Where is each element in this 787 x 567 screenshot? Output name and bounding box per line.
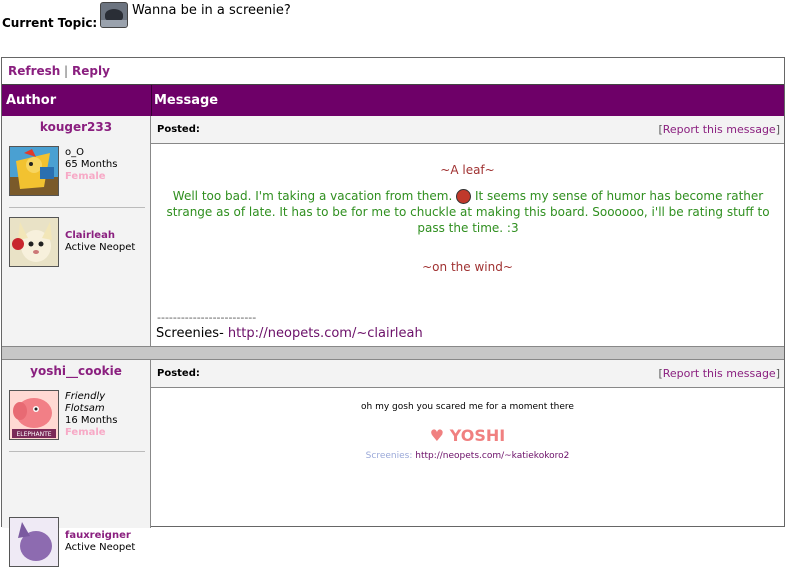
message-board: Refresh | Reply Author Message kouger233 [1, 57, 785, 567]
neopet-status: Active Neopet [65, 542, 136, 553]
report-message: [Report this message] [658, 367, 780, 380]
report-bracket-close: ] [775, 123, 780, 136]
signature: Screenies: http://neopets.com/~katiekoko… [151, 451, 784, 461]
author-gender: Female [65, 427, 106, 438]
message-line-wind: ~on the wind~ [422, 260, 513, 274]
author-column-header: Author [6, 93, 57, 108]
posted-label: Posted: [157, 368, 200, 379]
report-bracket-close: ] [775, 367, 780, 380]
signature-label: Screenies- [156, 326, 224, 341]
message-body: ~A leaf~ Well too bad. I'm taking a vaca… [151, 144, 784, 346]
neopet-name[interactable]: fauxreigner [65, 530, 135, 542]
neopet-smiley-icon [456, 189, 472, 204]
post-kouger233: kouger233 o_O 65 Months Female Clairleah… [2, 116, 784, 346]
neopet-info: Clairleah Active Neopet [65, 230, 135, 254]
header-divider [151, 85, 152, 116]
signature-link[interactable]: http://neopets.com/~katiekokoro2 [415, 451, 569, 461]
report-message-link[interactable]: Report this message [663, 367, 776, 380]
author-username[interactable]: yoshi__cookie [2, 364, 150, 378]
author-months: 16 Months [65, 415, 118, 426]
reply-link[interactable]: Reply [72, 64, 110, 78]
posted-bar: Posted: [Report this message] [151, 116, 784, 144]
author-panel: kouger233 o_O 65 Months Female Clairleah… [2, 116, 151, 346]
signature-divider: ------------------------- [157, 311, 257, 324]
purple-pet-icon[interactable] [9, 517, 59, 567]
report-message: [Report this message] [658, 123, 780, 136]
yoshi-signature: ♥ YOSHI [151, 426, 784, 445]
message-panel: Posted: [Report this message] oh my gosh… [151, 360, 784, 528]
kougra-knight-pet-icon[interactable] [9, 146, 59, 196]
signature: Screenies- http://neopets.com/~clairleah [156, 326, 423, 341]
report-message-link[interactable]: Report this message [663, 123, 776, 136]
author-info: o_O 65 Months Female [65, 147, 117, 183]
author-status-line1: Friendly [65, 391, 106, 402]
author-status: o_O [65, 147, 84, 158]
author-username[interactable]: kouger233 [2, 120, 150, 134]
author-divider [9, 451, 145, 452]
elephante-pet-icon[interactable]: ELEPHANTE [9, 390, 59, 440]
post-separator [2, 346, 784, 360]
message-line-leaf: ~A leaf~ [440, 163, 495, 177]
neopet-info: fauxreigner Active Neopet [65, 530, 135, 554]
message-text: oh my gosh you scared me for a moment th… [361, 402, 574, 412]
author-panel: yoshi__cookie ELEPHANTE Friendly Flotsam… [2, 360, 151, 567]
topic-title: Wanna be in a screenie? [132, 3, 291, 18]
yoshi-text: YOSHI [449, 426, 506, 445]
author-divider [9, 207, 145, 208]
board-actions: Refresh | Reply [2, 58, 784, 84]
message-column-header: Message [154, 93, 219, 108]
message-body: oh my gosh you scared me for a moment th… [151, 388, 784, 526]
heart-icon: ♥ [429, 426, 445, 445]
message-panel: Posted: [Report this message] ~A leaf~ W… [151, 116, 784, 346]
message-line-vacation: Well too bad. I'm taking a vacation from… [172, 189, 453, 203]
posted-label: Posted: [157, 124, 200, 135]
svg-text:ELEPHANTE: ELEPHANTE [16, 431, 51, 438]
refresh-link[interactable]: Refresh [8, 64, 60, 78]
table-header: Author Message [2, 84, 784, 116]
author-months: 65 Months [65, 159, 118, 170]
message-text: Well too bad. I'm taking a vacation from… [157, 188, 779, 236]
author-info: Friendly Flotsam 16 Months Female [65, 391, 117, 439]
actions-separator: | [64, 64, 69, 78]
neopet-status: Active Neopet [65, 242, 136, 253]
posted-bar: Posted: [Report this message] [151, 360, 784, 388]
robot-face-icon [100, 2, 128, 28]
neopet-name[interactable]: Clairleah [65, 230, 135, 242]
signature-link[interactable]: http://neopets.com/~clairleah [228, 326, 423, 341]
signature-label: Screenies: [365, 451, 413, 461]
usul-pet-icon[interactable] [9, 217, 59, 267]
author-gender: Female [65, 171, 106, 182]
current-topic: Current Topic: Wanna be in a screenie? [2, 0, 502, 40]
current-topic-label: Current Topic: [2, 16, 98, 30]
post-yoshi-cookie: yoshi__cookie ELEPHANTE Friendly Flotsam… [2, 360, 784, 567]
author-status-line2: Flotsam [65, 403, 105, 414]
